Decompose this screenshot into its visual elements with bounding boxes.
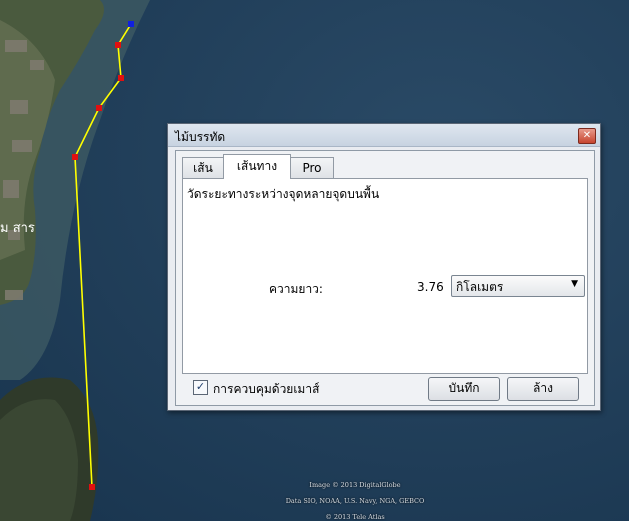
- save-button[interactable]: บันทึก: [428, 377, 500, 401]
- panel-description: วัดระยะทางระหว่างจุดหลายจุดบนพื้น: [187, 187, 380, 201]
- path-panel: วัดระยะทางระหว่างจุดหลายจุดบนพื้น ความยา…: [182, 178, 588, 374]
- clear-button[interactable]: ล้าง: [507, 377, 579, 401]
- length-label: ความยาว:: [269, 282, 323, 296]
- waypoint-marker[interactable]: [115, 42, 121, 48]
- waypoint-marker[interactable]: [118, 75, 124, 81]
- tab-path[interactable]: เส้นทาง: [223, 154, 291, 179]
- tab-container: เส้น เส้นทาง Pro วัดระยะทางระหว่างจุดหลา…: [175, 150, 595, 406]
- length-value: 3.76: [417, 280, 444, 294]
- dropdown-arrow-icon: ▼: [571, 279, 578, 289]
- mouse-navigation-label[interactable]: การควบคุมด้วยเมาส์: [213, 380, 319, 399]
- endpoint-marker[interactable]: [128, 21, 134, 27]
- close-icon[interactable]: ✕: [578, 128, 596, 144]
- attribution-line-2: Data SIO, NOAA, U.S. Navy, NGA, GEBCO: [285, 497, 425, 505]
- waypoint-marker[interactable]: [89, 484, 95, 490]
- tab-line[interactable]: เส้น: [182, 157, 224, 178]
- dialog-titlebar[interactable]: ไม้บรรทัด ✕: [168, 124, 600, 147]
- unit-select[interactable]: กิโลเมตร ▼: [451, 275, 585, 297]
- attribution-line-1: Image © 2013 DigitalGlobe: [309, 481, 401, 489]
- place-label: ม สาร: [0, 221, 35, 236]
- tab-pro[interactable]: Pro: [290, 157, 334, 178]
- waypoint-marker[interactable]: [72, 154, 78, 160]
- mouse-navigation-checkbox[interactable]: ✓: [193, 380, 208, 395]
- dialog-title: ไม้บรรทัด: [175, 130, 226, 144]
- ruler-dialog: ไม้บรรทัด ✕ เส้น เส้นทาง Pro วัดระยะทางร…: [167, 123, 601, 411]
- unit-selected-value: กิโลเมตร: [456, 280, 504, 294]
- waypoint-marker[interactable]: [96, 105, 102, 111]
- attribution-line-3: © 2013 Tele Atlas: [325, 513, 385, 521]
